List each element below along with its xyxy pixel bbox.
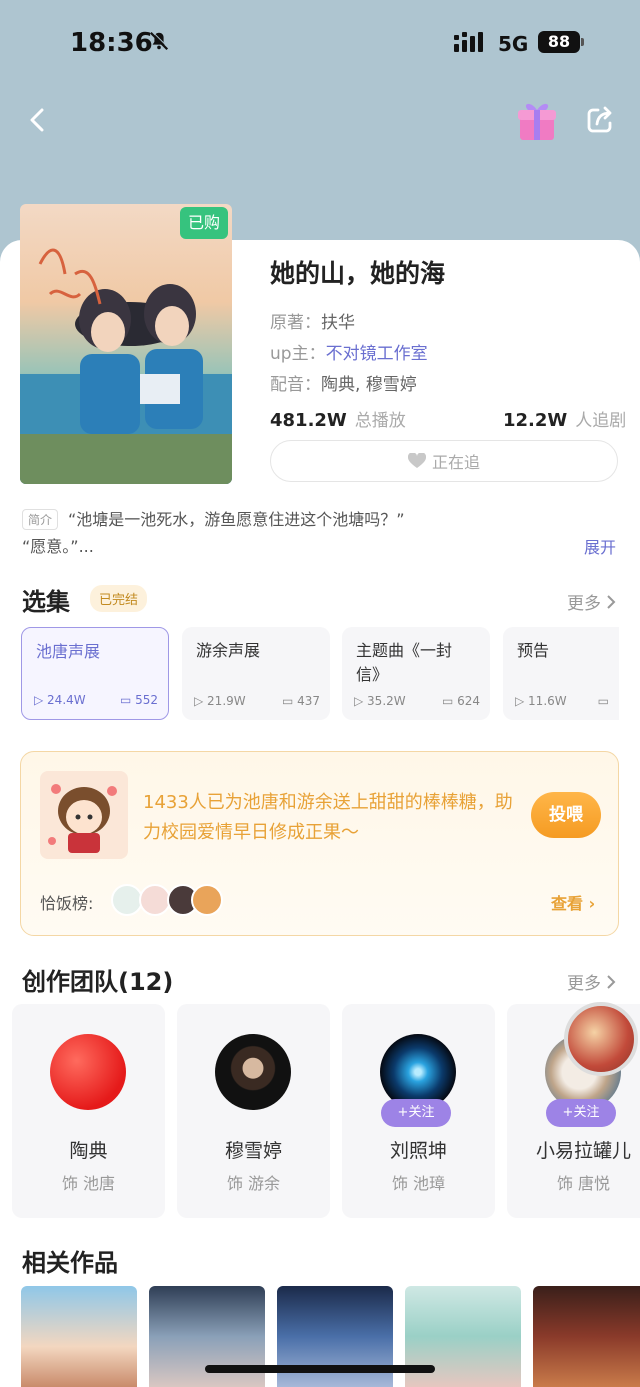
chevron-right-icon: [607, 595, 616, 609]
back-chevron-icon[interactable]: [22, 104, 54, 136]
original-author[interactable]: 扶华: [321, 313, 355, 333]
related-work-cover[interactable]: [533, 1286, 640, 1387]
battery-level: 88: [538, 31, 580, 53]
team-member-card[interactable]: 陶典 饰 池唐: [12, 1004, 165, 1218]
supporter-rank-label: 恰饭榜:: [40, 894, 94, 913]
gift-icon[interactable]: [514, 98, 560, 144]
related-work-cover[interactable]: [21, 1286, 137, 1387]
feed-button[interactable]: 投喂: [531, 792, 601, 838]
member-name: 刘照坤: [389, 1140, 447, 1162]
voice-cast-label: 配音：: [270, 375, 321, 395]
floating-player-avatar[interactable]: [564, 1002, 638, 1076]
related-section-title: 相关作品: [22, 1249, 118, 1277]
episode-card[interactable]: 游余声展 ▷ 21.9W ▭ 437: [182, 627, 330, 720]
episode-plays: ▷ 24.4W: [34, 693, 86, 707]
team-section-title: 创作团队(12): [22, 968, 174, 996]
followers-value: 12.2W: [503, 410, 568, 431]
episode-plays-value: 24.4W: [47, 693, 86, 707]
uploader-link[interactable]: 不对镜工作室: [326, 344, 428, 364]
intro-text-line1: “池塘是一池死水，游鱼愿意住进这个池塘吗？”: [68, 510, 405, 529]
episode-comments-value: 437: [297, 694, 320, 708]
team-more-label: 更多: [567, 974, 601, 994]
uploader-label: up主：: [270, 344, 326, 364]
voice-cast-row: 配音：陶典, 穆雪婷: [270, 370, 417, 395]
member-name: 穆雪婷: [224, 1140, 282, 1162]
view-rank-label: 查看: [551, 894, 584, 913]
muted-bell-icon: [149, 31, 169, 51]
bought-badge: 已购: [180, 207, 228, 239]
feeding-card: 1433人已为池唐和游余送上甜甜的棒棒糖，助力校园爱情早日修成正果～ 投喂 恰饭…: [20, 751, 619, 936]
status-bar: 18:36 5G 88: [0, 0, 640, 88]
total-plays-label: 总播放: [354, 411, 406, 431]
total-plays: 481.2W 总播放: [270, 406, 406, 431]
member-avatar: [215, 1034, 291, 1110]
episodes-section-title: 选集: [22, 588, 70, 616]
episode-plays: ▷ 21.9W: [194, 694, 246, 708]
intro-tag: 简介: [22, 509, 59, 530]
signal-icon: [454, 32, 483, 52]
member-name: 陶典: [69, 1140, 108, 1162]
home-indicator: [205, 1365, 435, 1373]
network-type: 5G: [498, 32, 529, 56]
mascot-avatar: [40, 771, 128, 859]
team-member-card[interactable]: +关注 刘照坤 饰 池璋: [342, 1004, 495, 1218]
original-author-row: 原著：扶华: [270, 308, 355, 333]
intro-text-line2: “愿意。”...: [22, 537, 94, 556]
member-role: 饰 游余: [226, 1174, 281, 1193]
feeding-message: 1433人已为池唐和游余送上甜甜的棒棒糖，助力校园爱情早日修成正果～: [143, 792, 513, 843]
episode-plays-value: 11.6W: [528, 694, 567, 708]
episode-name: 游余声展: [196, 641, 261, 660]
follow-member-button[interactable]: +关注: [546, 1099, 616, 1127]
total-plays-value: 481.2W: [270, 410, 347, 431]
chevron-right-icon: ›: [588, 894, 596, 913]
share-icon[interactable]: [584, 104, 616, 136]
battery-icon: [581, 38, 584, 46]
episode-plays: ▷ 11.6W: [515, 694, 567, 708]
status-time: 18:36: [70, 28, 153, 58]
member-role: 饰 唐悦: [556, 1174, 611, 1193]
supporter-avatars[interactable]: [111, 884, 231, 916]
comment-icon: ▭: [597, 694, 609, 708]
episode-name: 预告: [517, 641, 550, 660]
episode-comments: ▭ 624: [441, 694, 480, 708]
view-rank-link[interactable]: 查看 ›: [551, 890, 595, 914]
original-label: 原著：: [270, 313, 321, 333]
episode-plays: ▷ 35.2W: [354, 694, 406, 708]
follow-member-button[interactable]: +关注: [381, 1099, 451, 1127]
member-role: 饰 池璋: [391, 1174, 446, 1193]
heart-icon: [407, 453, 426, 468]
episode-name: 主题曲《一封信》: [356, 641, 453, 684]
episode-plays-value: 21.9W: [207, 694, 246, 708]
followers-count: 12.2W 人追剧: [503, 406, 626, 431]
episode-name: 池唐声展: [36, 642, 101, 661]
episode-card[interactable]: 主题曲《一封信》 ▷ 35.2W ▭ 624: [342, 627, 490, 720]
followers-label: 人追剧: [575, 411, 627, 431]
drama-title: 她的山，她的海: [270, 259, 446, 288]
episode-comments: ▭ 437: [281, 694, 320, 708]
team-member-card[interactable]: 穆雪婷 饰 游余: [177, 1004, 330, 1218]
episode-comments: ▭ 552: [119, 693, 158, 707]
episode-card[interactable]: 池唐声展 ▷ 24.4W ▭ 552: [21, 627, 169, 720]
episodes-more-label: 更多: [567, 594, 601, 614]
drama-cover-image[interactable]: [20, 204, 232, 484]
expand-intro-button[interactable]: 展开: [584, 534, 616, 558]
team-more-link[interactable]: 更多: [567, 969, 616, 994]
episode-card[interactable]: 预告 ▷ 11.6W ▭: [503, 627, 619, 720]
episode-plays-value: 35.2W: [367, 694, 406, 708]
chevron-right-icon: [607, 975, 616, 989]
episode-comments-value: 552: [135, 693, 158, 707]
member-name: 小易拉罐儿: [535, 1140, 631, 1162]
supporter-avatar: [191, 884, 223, 916]
episode-comments-value: 624: [457, 694, 480, 708]
completed-badge: 已完结: [90, 585, 148, 612]
voice-cast: 陶典, 穆雪婷: [321, 375, 417, 395]
uploader-row: up主：不对镜工作室: [270, 339, 428, 364]
episodes-more-link[interactable]: 更多: [567, 589, 616, 614]
member-role: 饰 池唐: [61, 1174, 116, 1193]
member-avatar: [50, 1034, 126, 1110]
follow-drama-button[interactable]: 正在追: [270, 440, 618, 482]
follow-drama-label: 正在追: [431, 453, 480, 472]
